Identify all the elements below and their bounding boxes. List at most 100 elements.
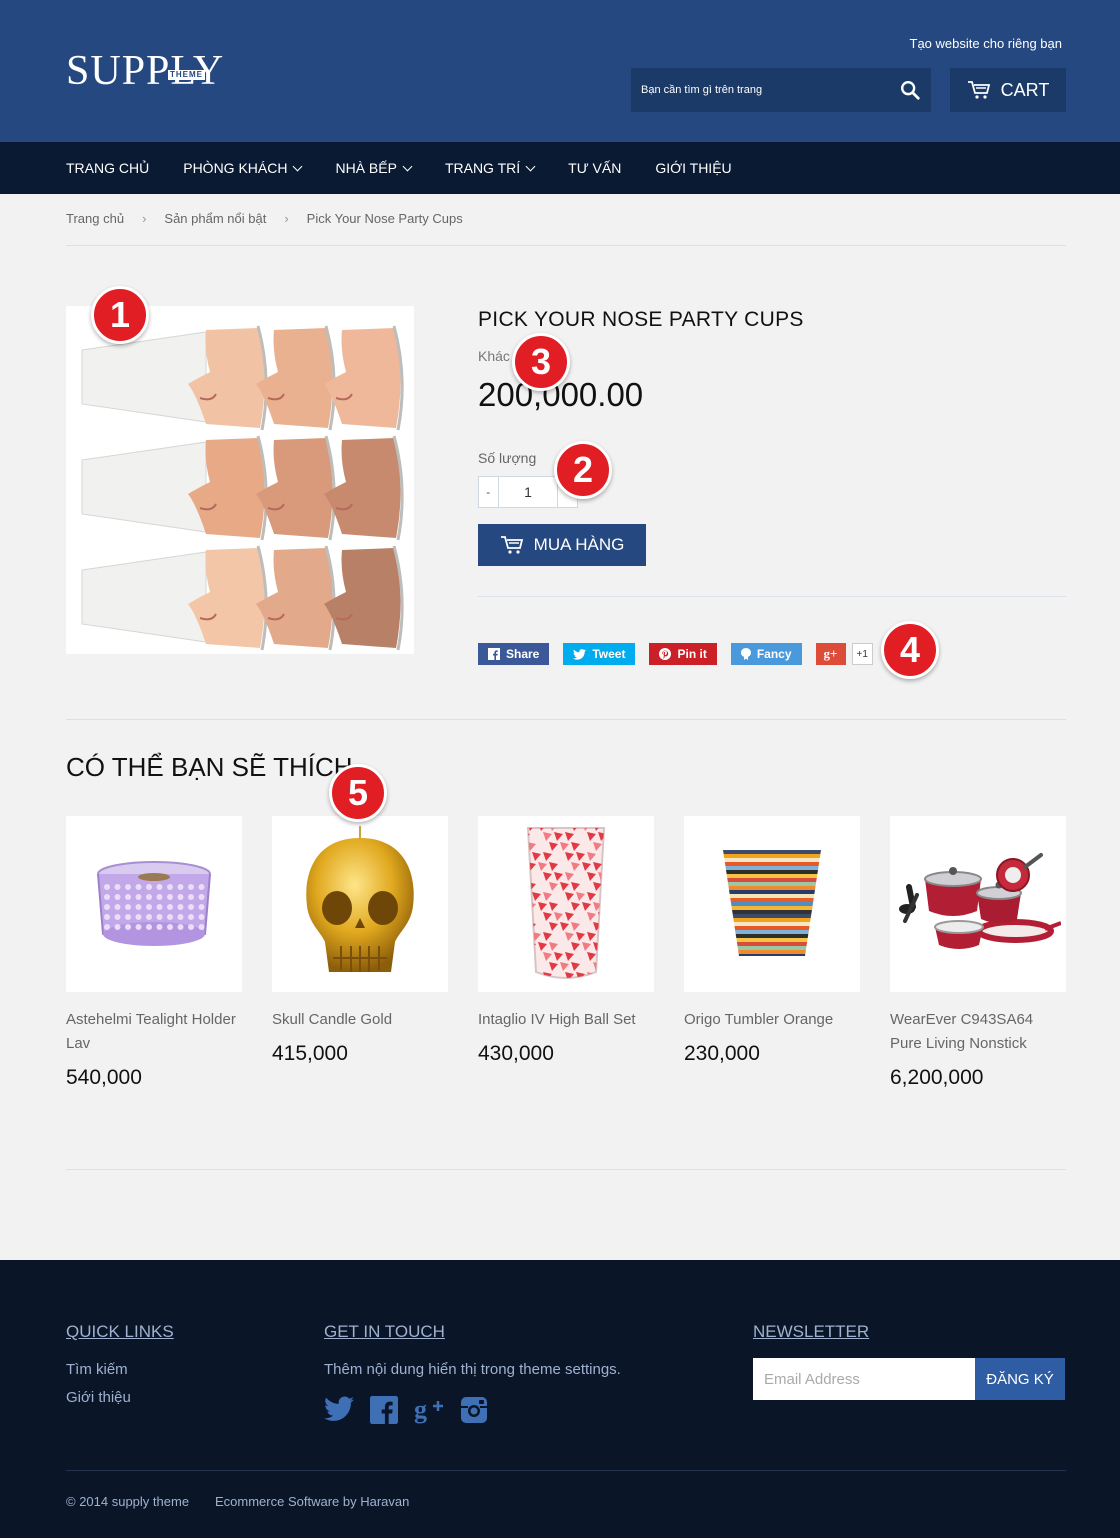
site-header: SUPPLY THEME Tạo website cho riêng bạn C…	[0, 0, 1120, 142]
share-facebook-button[interactable]: Share	[478, 643, 550, 665]
header-tagline-link[interactable]: Tạo website cho riêng bạn	[910, 36, 1062, 51]
gplus-count: +1	[851, 643, 873, 665]
related-products-title: CÓ THỂ BẠN SẼ THÍCH	[66, 752, 353, 782]
callout-badge-3: 3	[512, 333, 570, 391]
product-card-name[interactable]: Intaglio IV High Ball Set	[478, 1008, 654, 1032]
callout-badge-2: 2	[554, 441, 612, 499]
product-card-name[interactable]: Astehelmi Tealight Holder Lav	[66, 1008, 242, 1056]
callout-badge-1: 1	[91, 286, 149, 344]
add-to-cart-button[interactable]: MUA HÀNG	[478, 524, 646, 566]
share-fancy-button[interactable]: Fancy	[730, 643, 802, 665]
share-twitter-label: Tweet	[592, 647, 626, 661]
product-card-name[interactable]: WearEver C943SA64 Pure Living Nonstick	[890, 1008, 1066, 1056]
footer-divider	[66, 1470, 1066, 1471]
cart-label: CART	[1000, 79, 1050, 100]
social-share-row: Share Tweet Pin it Fancy g+ +1	[478, 643, 873, 665]
chevron-down-icon	[525, 161, 536, 171]
high-ball-glass-illustration	[526, 827, 606, 979]
callout-badge-4: 4	[881, 621, 939, 679]
footer-link-about[interactable]: Giới thiệu	[66, 1389, 131, 1406]
product-card-image[interactable]	[684, 816, 860, 992]
share-facebook-label: Share	[506, 647, 540, 661]
product-card-image[interactable]	[66, 816, 242, 992]
footer-newsletter-title: NEWSLETTER	[753, 1322, 870, 1341]
nav-item-5[interactable]: GIỚI THIỆU	[655, 160, 731, 176]
newsletter-subscribe-button[interactable]: ĐĂNG KÝ	[975, 1358, 1065, 1400]
breadcrumb-separator: ›	[142, 211, 147, 226]
share-gplus-group: g+ +1	[815, 643, 873, 665]
divider	[66, 719, 1066, 720]
add-to-cart-label: MUA HÀNG	[533, 535, 625, 554]
newsletter-email-field[interactable]	[753, 1358, 975, 1400]
breadcrumb-home[interactable]: Trang chủ	[66, 211, 124, 226]
cart-icon	[967, 81, 990, 99]
product-card-image[interactable]	[272, 816, 448, 992]
product-card-name[interactable]: Origo Tumbler Orange	[684, 1008, 860, 1032]
share-pinterest-label: Pin it	[677, 647, 707, 661]
share-pinterest-button[interactable]: Pin it	[649, 643, 717, 665]
footer-contact-title: GET IN TOUCH	[324, 1322, 445, 1341]
product-card-price: 415,000	[272, 1042, 348, 1065]
product-card-image[interactable]	[478, 816, 654, 992]
nav-item-label: TRANG CHỦ	[66, 160, 150, 176]
skull-candle-illustration	[306, 826, 414, 972]
facebook-icon	[488, 648, 500, 660]
footer-contact-text: Thêm nội dung hiển thị trong theme setti…	[324, 1361, 621, 1378]
site-logo[interactable]: SUPPLY THEME	[66, 50, 224, 92]
breadcrumb-separator: ›	[284, 211, 289, 226]
cart-button[interactable]: CART	[950, 68, 1066, 112]
product-vendor: Khác	[478, 348, 510, 364]
footer-social-icons: g	[324, 1396, 488, 1424]
nav-item-label: GIỚI THIỆU	[655, 160, 732, 176]
logo-subtext: THEME	[168, 70, 205, 80]
divider	[478, 596, 1066, 597]
tealight-holder-illustration	[97, 861, 211, 946]
product-card[interactable]: Intaglio IV High Ball Set 430,000	[478, 816, 654, 1066]
nav-item-1[interactable]: PHÒNG KHÁCH	[183, 160, 303, 176]
product-card-image[interactable]	[890, 816, 1066, 992]
nav-item-4[interactable]: TƯ VẤN	[568, 160, 621, 176]
search-form	[631, 68, 931, 112]
product-card-name[interactable]: Skull Candle Gold	[272, 1008, 448, 1032]
party-cups-illustration	[81, 325, 404, 651]
quantity-decrease-button[interactable]: -	[479, 477, 499, 507]
footer-copyright: © 2014 supply theme	[66, 1494, 190, 1509]
quantity-input[interactable]: 1	[499, 477, 558, 507]
share-gplus-button[interactable]: g+	[815, 643, 846, 665]
share-twitter-button[interactable]: Tweet	[563, 643, 636, 665]
chevron-down-icon	[402, 161, 413, 171]
breadcrumb-collection[interactable]: Sản phẩm nổi bật	[164, 211, 266, 226]
search-icon[interactable]	[899, 79, 921, 101]
chevron-down-icon	[293, 161, 303, 171]
divider	[66, 245, 1066, 246]
nav-item-label: PHÒNG KHÁCH	[183, 160, 288, 176]
footer-quick-links-title: QUICK LINKS	[66, 1322, 174, 1341]
nav-item-3[interactable]: TRANG TRÍ	[444, 160, 536, 176]
product-card[interactable]: Origo Tumbler Orange 230,000	[684, 816, 860, 1066]
breadcrumb-current: Pick Your Nose Party Cups	[306, 211, 463, 226]
google-plus-icon[interactable]: g	[414, 1396, 444, 1424]
nav-item-0[interactable]: TRANG CHỦ	[66, 160, 149, 176]
product-image[interactable]	[66, 306, 414, 654]
product-card[interactable]: Skull Candle Gold 415,000	[272, 816, 448, 1066]
pinterest-icon	[659, 648, 672, 660]
footer-powered-by-link[interactable]: Ecommerce Software by Haravan	[215, 1494, 409, 1509]
facebook-icon[interactable]	[370, 1396, 398, 1424]
footer-link-search[interactable]: Tìm kiếm	[66, 1361, 128, 1378]
fancy-icon	[740, 648, 751, 660]
nav-item-label: NHÀ BẾP	[335, 160, 397, 176]
nav-item-label: TRANG TRÍ	[444, 160, 521, 176]
twitter-icon[interactable]	[324, 1396, 354, 1422]
cookware-set-illustration	[899, 853, 1061, 949]
twitter-icon	[573, 648, 587, 660]
product-card-price: 430,000	[478, 1042, 554, 1065]
product-card[interactable]: WearEver C943SA64 Pure Living Nonstick 6…	[890, 816, 1066, 1090]
product-card-price: 230,000	[684, 1042, 760, 1065]
nav-item-2[interactable]: NHÀ BẾP	[335, 160, 413, 176]
svg-text:g: g	[414, 1396, 427, 1424]
quantity-label: Số lượng	[478, 450, 537, 466]
search-input[interactable]	[631, 68, 883, 112]
product-card[interactable]: Astehelmi Tealight Holder Lav 540,000	[66, 816, 242, 1090]
striped-tumbler-illustration	[723, 850, 821, 956]
instagram-icon[interactable]	[460, 1396, 488, 1424]
